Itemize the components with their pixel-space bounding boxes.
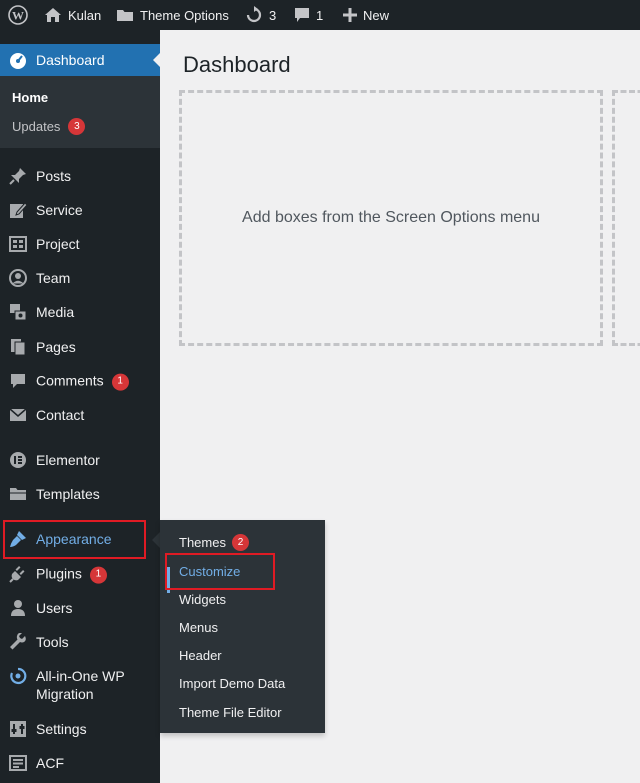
- sidebar-item-label: Comments 1: [36, 372, 129, 391]
- person-circle-icon: [8, 268, 28, 288]
- sidebar-item-acf[interactable]: ACF: [0, 746, 160, 780]
- sidebar-item-label: Dashboard: [36, 52, 105, 68]
- sidebar-item-service[interactable]: Service: [0, 193, 160, 227]
- submenu-import-demo-data[interactable]: Import Demo Data: [179, 676, 285, 691]
- acf-icon: [8, 753, 28, 773]
- sidebar-item-label: All-in-One WP Migration: [36, 668, 125, 702]
- wrench-icon: [8, 632, 28, 652]
- refresh-icon: [246, 6, 262, 23]
- comments-badge: 1: [111, 373, 129, 391]
- submenu-themes-label: Themes: [179, 535, 226, 550]
- sidebar-item-tools[interactable]: Tools: [0, 625, 160, 659]
- site-name-link[interactable]: Kulan: [44, 0, 101, 30]
- wordpress-logo-icon[interactable]: W: [8, 0, 28, 30]
- sidebar-item-label: Pages: [36, 339, 76, 355]
- comment-icon: [8, 371, 28, 391]
- sidebar-item-comments[interactable]: Comments 1: [0, 364, 160, 398]
- gauge-icon: [8, 50, 28, 70]
- plugins-badge: 1: [89, 566, 107, 584]
- comment-icon: [295, 8, 309, 22]
- sidebar-item-plugins[interactable]: Plugins 1: [0, 557, 160, 591]
- plugins-label: Plugins: [36, 565, 82, 582]
- sidebar-item-media[interactable]: Media: [0, 295, 160, 329]
- sidebar-item-users[interactable]: Users: [0, 591, 160, 625]
- sidebar-item-team[interactable]: Team: [0, 261, 160, 295]
- edit-icon: [8, 200, 28, 220]
- sidebar-item-appearance[interactable]: Appearance: [0, 522, 160, 556]
- brush-icon: [8, 529, 28, 549]
- dashboard-submenu: Home Updates 3: [0, 76, 160, 148]
- sidebar-item-label: Plugins 1: [36, 565, 107, 584]
- sidebar-item-label: Contact: [36, 407, 85, 423]
- updates-count: 3: [269, 7, 277, 23]
- sidebar-item-label: Elementor: [36, 452, 100, 468]
- theme-options-link[interactable]: Theme Options: [116, 0, 229, 30]
- updates-link[interactable]: 3: [245, 0, 276, 30]
- submenu-theme-file-editor[interactable]: Theme File Editor: [179, 705, 282, 720]
- migration-icon: [8, 666, 28, 686]
- page-title: Dashboard: [183, 52, 291, 77]
- sidebar-item-all-in-one-wp-migration[interactable]: All-in-One WP Migration: [0, 663, 160, 707]
- pin-icon: [8, 166, 28, 186]
- submenu-themes[interactable]: Themes 2: [179, 534, 249, 551]
- comments-label: Comments: [36, 372, 104, 389]
- sidebar-item-label: ACF: [36, 755, 64, 771]
- grid-icon: [8, 234, 28, 254]
- sidebar-item-label: Project: [36, 236, 80, 252]
- submenu-header[interactable]: Header: [179, 648, 222, 663]
- admin-sidebar: Dashboard Home Updates 3 Posts Service P…: [0, 30, 161, 783]
- comments-count: 1: [316, 7, 324, 23]
- sidebar-item-label: Settings: [36, 721, 87, 737]
- submenu-widgets[interactable]: Widgets: [179, 592, 226, 607]
- plug-icon: [8, 564, 28, 584]
- mail-icon: [8, 405, 28, 425]
- media-icon: [8, 302, 28, 322]
- submenu-home[interactable]: Home: [12, 90, 48, 105]
- admin-bar: W Kulan Theme Options 3 1 New: [0, 0, 640, 30]
- sidebar-item-label: Templates: [36, 486, 100, 502]
- sidebar-item-label: Appearance: [36, 531, 112, 547]
- submenu-updates[interactable]: Updates 3: [12, 118, 86, 135]
- sidebar-item-label: Service: [36, 202, 83, 218]
- sidebar-item-project[interactable]: Project: [0, 227, 160, 261]
- sidebar-item-pages[interactable]: Pages: [0, 330, 160, 364]
- settings-icon: [8, 719, 28, 739]
- empty-dashboard-message: Add boxes from the Screen Options menu: [242, 209, 540, 226]
- themes-badge: 2: [231, 534, 249, 551]
- updates-badge: 3: [68, 118, 86, 135]
- sidebar-item-label: Tools: [36, 634, 69, 650]
- sidebar-item-elementor[interactable]: Elementor: [0, 443, 160, 477]
- svg-text:W: W: [12, 9, 24, 23]
- user-icon: [8, 598, 28, 618]
- sidebar-item-contact[interactable]: Contact: [0, 398, 160, 432]
- elementor-icon: [8, 450, 28, 470]
- folder-icon: [117, 10, 133, 21]
- submenu-customize[interactable]: Customize: [179, 564, 240, 579]
- theme-options-label: Theme Options: [140, 7, 229, 23]
- current-indicator: [167, 567, 170, 593]
- sidebar-item-posts[interactable]: Posts: [0, 159, 160, 193]
- pages-icon: [8, 337, 28, 357]
- submenu-menus[interactable]: Menus: [179, 620, 218, 635]
- sidebar-item-settings[interactable]: Settings: [0, 712, 160, 746]
- site-name-label: Kulan: [68, 7, 102, 23]
- current-arrow: [153, 52, 161, 68]
- flyout-arrow: [152, 532, 160, 548]
- comments-link[interactable]: 1: [294, 0, 323, 30]
- new-label: New: [363, 7, 390, 23]
- new-content-link[interactable]: New: [343, 0, 389, 30]
- sidebar-item-label: Team: [36, 270, 71, 286]
- sidebar-item-dashboard[interactable]: Dashboard: [0, 44, 161, 76]
- home-icon: [45, 8, 61, 22]
- sidebar-item-templates[interactable]: Templates: [0, 477, 160, 511]
- sidebar-item-label: Posts: [36, 168, 72, 184]
- sidebar-item-label: Users: [36, 600, 73, 616]
- appearance-submenu: Themes 2 Customize Widgets Menus Header …: [160, 520, 325, 733]
- sidebar-item-label: Media: [36, 304, 75, 320]
- folder-icon: [8, 484, 28, 504]
- submenu-updates-label: Updates: [12, 119, 61, 134]
- dashboard-drop-zone-2: [612, 90, 640, 346]
- plus-icon: [343, 8, 357, 22]
